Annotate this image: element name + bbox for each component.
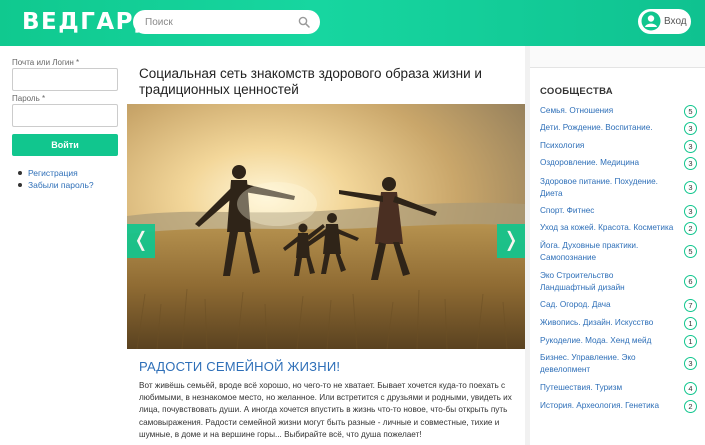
article-text: Вот живёшь семьёй, вроде всё хорошо, но … <box>139 381 512 439</box>
login-button[interactable]: Вход <box>638 9 691 34</box>
login-field-label: Почта или Логин * <box>12 58 80 67</box>
community-name[interactable]: Бизнес. Управление. Эко девелопмент <box>540 352 670 375</box>
community-name[interactable]: Дети. Рождение. Воспитание. <box>540 122 670 134</box>
community-count-badge: 7 <box>684 299 697 312</box>
search-input[interactable] <box>145 14 295 30</box>
site-header: ВЕДГАРД Вход <box>0 0 705 46</box>
community-count-badge: 3 <box>684 122 697 135</box>
communities-sidebar: СООБЩЕСТВА Семья. Отношения 5 Дети. Рожд… <box>530 46 705 445</box>
community-count-badge: 5 <box>684 105 697 118</box>
community-count-badge: 3 <box>684 140 697 153</box>
user-icon <box>641 11 661 31</box>
search-box[interactable] <box>133 10 320 34</box>
community-name[interactable]: Оздоровление. Медицина <box>540 157 670 169</box>
community-count-badge: 6 <box>684 275 697 288</box>
community-count-badge: 1 <box>684 335 697 348</box>
community-count-badge: 3 <box>684 205 697 218</box>
password-field[interactable] <box>12 104 118 127</box>
forgot-password-link[interactable]: Забыли пароль? <box>18 179 94 191</box>
community-count-badge: 4 <box>684 382 697 395</box>
community-count-badge: 2 <box>684 222 697 235</box>
slider-prev-button[interactable]: ❬ <box>127 224 155 258</box>
community-count-badge: 3 <box>684 357 697 370</box>
community-name[interactable]: Путешествия. Туризм <box>540 382 670 394</box>
login-label: Вход <box>664 16 687 27</box>
community-count-badge: 3 <box>684 181 697 194</box>
auth-links: Регистрация Забыли пароль? <box>18 167 94 191</box>
page-title: Социальная сеть знакомств здорового обра… <box>139 66 482 97</box>
community-name[interactable]: Семья. Отношения <box>540 105 670 117</box>
community-count-badge: 5 <box>684 245 697 258</box>
community-name[interactable]: Рукоделие. Мода. Хенд мейд <box>540 335 670 347</box>
community-name[interactable]: Спорт. Фитнес <box>540 205 670 217</box>
community-name[interactable]: Уход за кожей. Красота. Косметика <box>540 222 680 234</box>
community-name[interactable]: Йога. Духовные практики. Самопознание <box>540 240 670 263</box>
community-name[interactable]: Живопись. Дизайн. Искусство <box>540 317 670 329</box>
login-panel: Почта или Логин * Пароль * Войти Регистр… <box>0 46 127 445</box>
sidebar-top-box <box>530 46 705 68</box>
community-name[interactable]: История. Археология. Генетика <box>540 400 680 412</box>
login-field[interactable] <box>12 68 118 91</box>
community-count-badge: 2 <box>684 400 697 413</box>
community-count-badge: 1 <box>684 317 697 330</box>
community-name[interactable]: Психология <box>540 140 670 152</box>
article-title[interactable]: РАДОСТИ СЕМЕЙНОЙ ЖИЗНИ! <box>139 359 340 374</box>
slider-next-button[interactable]: ❭ <box>497 224 525 258</box>
submit-login-button[interactable]: Войти <box>12 134 118 156</box>
main-content: Социальная сеть знакомств здорового обра… <box>127 46 525 445</box>
search-icon[interactable] <box>298 16 310 28</box>
password-field-label: Пароль * <box>12 94 46 103</box>
community-count-badge: 3 <box>684 157 697 170</box>
community-name[interactable]: Эко Строительство Ландшафтный дизайн <box>540 270 670 293</box>
sidebar-title: СООБЩЕСТВА <box>540 86 613 97</box>
hero-image <box>127 104 525 349</box>
hero-slider: ❬ ❭ <box>127 104 525 349</box>
register-link[interactable]: Регистрация <box>18 167 94 179</box>
community-name[interactable]: Сад. Огород. Дача <box>540 299 670 311</box>
community-name[interactable]: Здоровое питание. Похудение. Диета <box>540 176 670 199</box>
